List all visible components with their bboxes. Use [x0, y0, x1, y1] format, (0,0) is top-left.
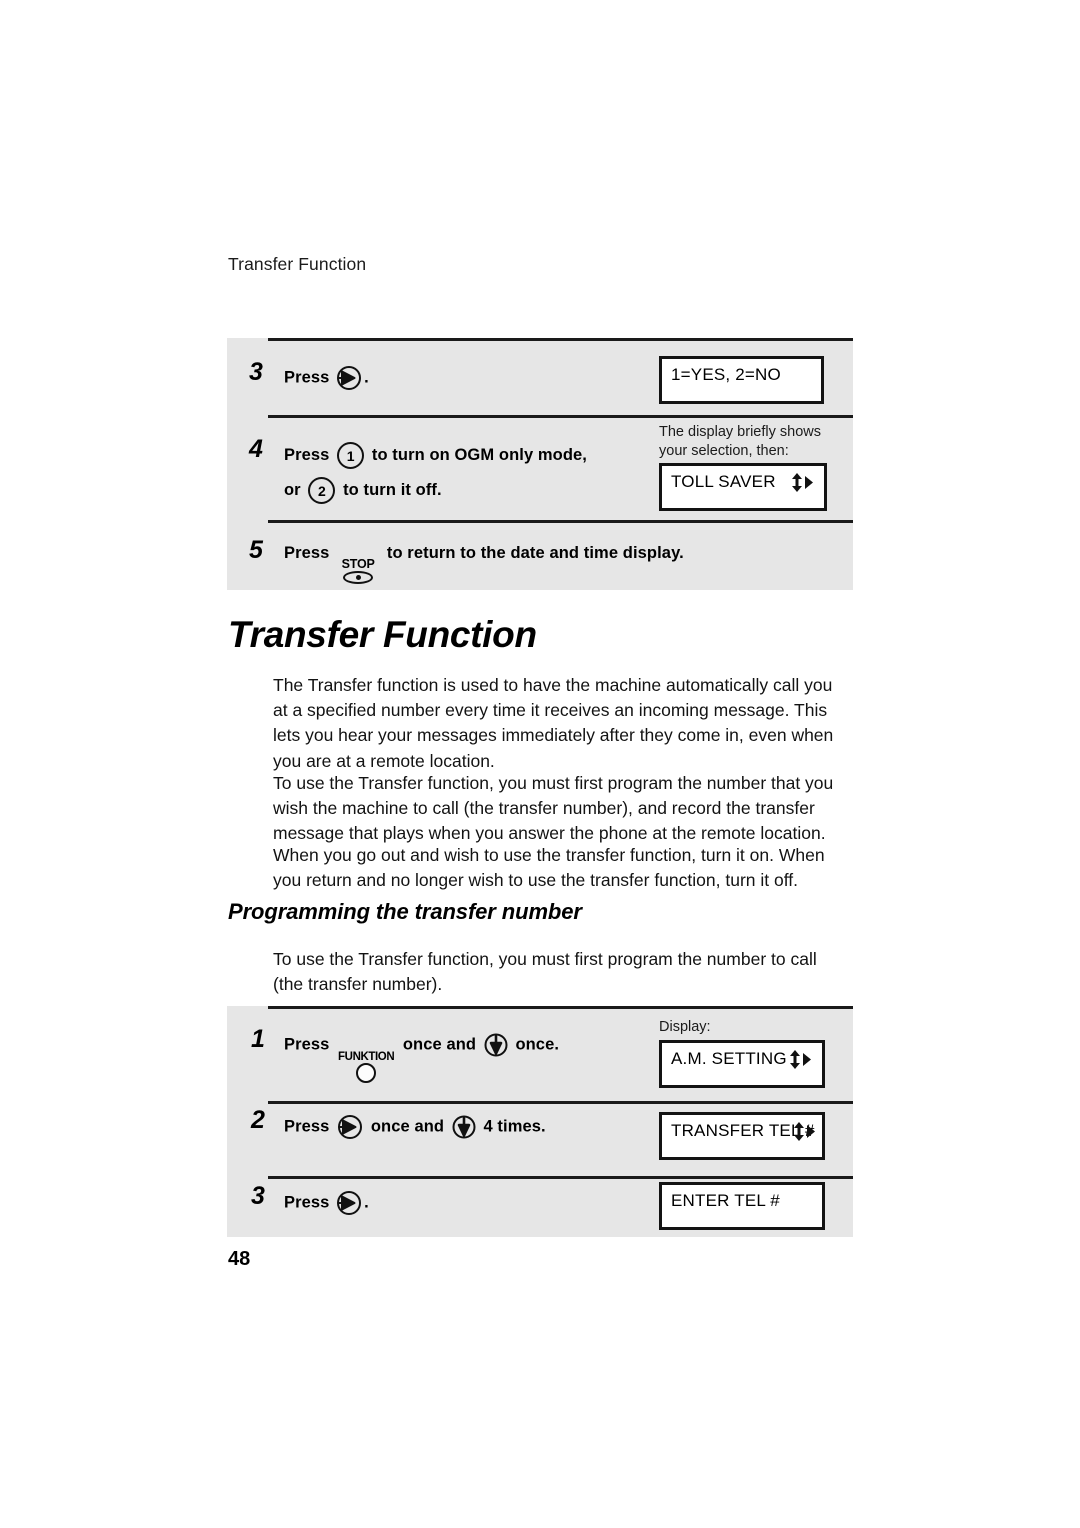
lcd-text: 1=YES, 2=NO [671, 365, 781, 384]
body-paragraph-1: The Transfer function is used to have th… [273, 675, 834, 771]
body-paragraph-3: When you go out and wish to use the tran… [273, 845, 825, 891]
step-divider [268, 1101, 853, 1104]
step-text-fragment: once. [515, 1035, 560, 1054]
stop-key-icon[interactable]: STOP [338, 558, 378, 592]
lcd-text: TOLL SAVER [671, 472, 776, 491]
step-text-fragment: to turn on OGM only mode, [371, 445, 587, 464]
lcd-scroll-arrows-icon [788, 1049, 814, 1071]
press-label: Press [284, 445, 330, 464]
step-number: 1 [251, 1025, 265, 1053]
step-number: 5 [249, 536, 263, 564]
lcd-caption: The display briefly shows your selection… [659, 424, 821, 459]
funktion-key-icon[interactable]: FUNKTION [337, 1051, 395, 1087]
trailing-period: . [364, 368, 369, 387]
section-subtitle: Programming the transfer number [228, 899, 582, 924]
body-paragraph-4: To use the Transfer function, you must f… [273, 949, 817, 995]
lcd-display-transfer-tel: TRANSFER TEL # [659, 1112, 825, 1160]
funktion-key-circle [356, 1063, 377, 1084]
press-label: Press [284, 368, 330, 387]
manual-page: Transfer Function 3 Press . 1=YES, 2=NO [0, 0, 1080, 1528]
step-instruction: Press . [284, 365, 369, 391]
press-label: Press [284, 1035, 330, 1054]
step-number: 4 [249, 435, 263, 463]
step-instruction: Press once and 4 times. [284, 1114, 546, 1140]
start-arrow-right-icon[interactable] [336, 1190, 362, 1216]
down-arrow-key-icon[interactable] [484, 1033, 508, 1057]
lcd-display-enter-tel: ENTER TEL # [659, 1182, 825, 1230]
lcd-display-1yes2no: 1=YES, 2=NO [659, 356, 824, 404]
press-label: Press [284, 544, 330, 562]
step-text-fragment: to return to the date and time display. [386, 544, 684, 562]
or-label: or [284, 480, 301, 499]
step-number: 3 [251, 1182, 265, 1210]
step-panel-top: 3 Press . 1=YES, 2=NO 4 Press 1 to turn … [227, 338, 853, 590]
press-label: Press [284, 1117, 330, 1136]
step-divider [268, 415, 853, 418]
page-title: Transfer Function [228, 614, 537, 655]
trailing-period: . [364, 1193, 369, 1212]
page-number: 48 [228, 1248, 251, 1270]
step-number: 2 [251, 1106, 265, 1134]
body-paragraph-2: To use the Transfer function, you must f… [273, 773, 834, 844]
step-panel-bottom: 1 Press FUNKTION once and once. Display: [227, 1006, 853, 1237]
lcd-scroll-arrows-icon [790, 472, 816, 494]
lcd-caption: Display: [659, 1019, 711, 1035]
start-arrow-right-icon [336, 365, 362, 391]
lcd-text: ENTER TEL # [671, 1191, 780, 1210]
step-instruction-line1: Press 1 to turn on OGM only mode, [284, 442, 587, 469]
step-instruction: Press FUNKTION once and once. [284, 1033, 559, 1087]
step-instruction: Press . [284, 1190, 369, 1216]
step-divider [268, 520, 853, 523]
lcd-display-toll-saver: TOLL SAVER [659, 463, 827, 511]
lcd-text: A.M. SETTING [671, 1049, 787, 1068]
press-label: Press [284, 1193, 330, 1212]
number-key-1-icon[interactable]: 1 [337, 442, 365, 469]
start-arrow-right-icon[interactable] [337, 1114, 363, 1140]
stop-key-oval [343, 571, 374, 584]
step-text-fragment: 4 times. [483, 1117, 546, 1136]
step-text-fragment: to turn it off. [343, 480, 442, 499]
step-divider [268, 1006, 853, 1009]
step-text-fragment: once and [370, 1117, 445, 1136]
step-text-fragment: once and [402, 1035, 477, 1054]
funktion-key-label: FUNKTION [338, 1051, 395, 1064]
step-divider [268, 1176, 853, 1179]
step-divider [268, 338, 853, 341]
lcd-scroll-arrows-icon [792, 1121, 818, 1143]
number-key-2-icon[interactable]: 2 [308, 477, 336, 504]
down-arrow-key-icon[interactable] [452, 1115, 476, 1139]
running-head: Transfer Function [228, 254, 367, 274]
step-number: 3 [249, 358, 263, 386]
step-instruction-line2: or 2 to turn it off. [284, 477, 442, 504]
lcd-display-am-setting: A.M. SETTING [659, 1040, 825, 1088]
step-instruction: Press STOP to return to the date and tim… [284, 544, 684, 592]
stop-key-label: STOP [341, 557, 375, 571]
